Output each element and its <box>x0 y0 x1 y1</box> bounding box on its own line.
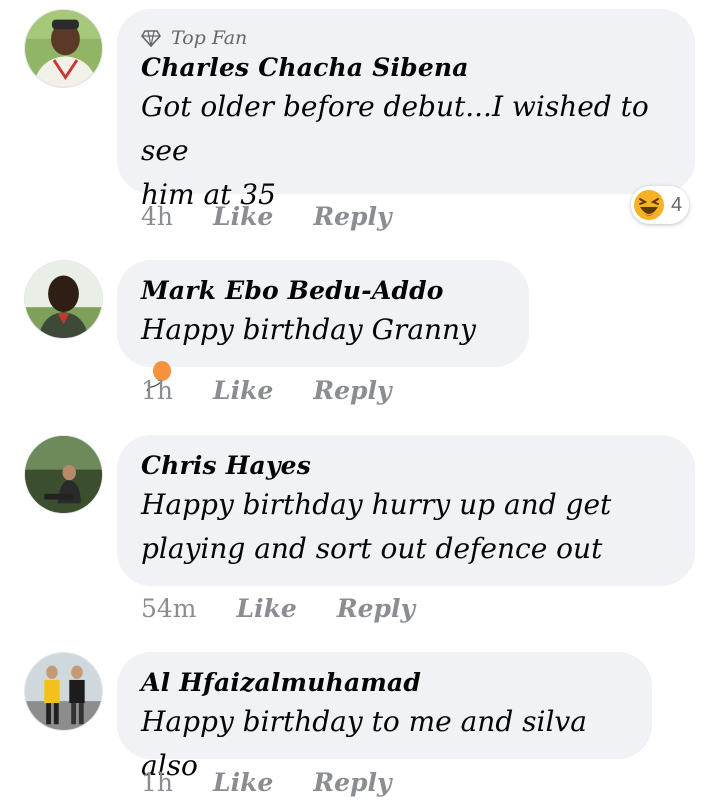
comment-bubble: Top Fan Charles Chacha Sibena Got older … <box>117 9 695 211</box>
like-button[interactable]: Like <box>213 768 273 797</box>
comment-bubble: Chris Hayes Happy birthday hurry up and … <box>117 435 695 586</box>
top-fan-badge: Top Fan <box>141 25 671 51</box>
profile-photo-chris <box>25 436 102 513</box>
comment-text-line: playing and sort out defence out <box>141 532 603 565</box>
reply-button[interactable]: Reply <box>313 376 391 405</box>
reaction-summary[interactable]: 4 <box>631 186 689 224</box>
like-button[interactable]: Like <box>213 376 273 405</box>
like-button[interactable]: Like <box>237 594 297 623</box>
profile-photo-charles <box>25 10 102 87</box>
comment-text-line: Got older before debut...I wished to see <box>141 90 649 167</box>
comment-author[interactable]: Chris Hayes <box>141 449 671 483</box>
laughing-emoji-icon <box>634 190 664 220</box>
comment-text-line: Happy birthday Granny <box>141 313 476 346</box>
comment-timestamp[interactable]: 1h <box>141 376 173 405</box>
profile-photo-al <box>25 653 102 730</box>
reaction-count: 4 <box>671 193 683 216</box>
comment-actions: 4h Like Reply <box>141 198 432 234</box>
reply-button[interactable]: Reply <box>337 594 415 623</box>
badge-label: Top Fan <box>171 27 248 49</box>
comment-actions: 1h Like Reply <box>141 372 432 408</box>
like-button[interactable]: Like <box>213 202 273 231</box>
comment-author[interactable]: Mark Ebo Bedu-Addo <box>141 274 505 308</box>
comment-text-line: Happy birthday hurry up and get <box>141 488 612 521</box>
avatar[interactable] <box>24 652 103 731</box>
comment-actions: 1h Like Reply <box>141 764 432 800</box>
comment-timestamp[interactable]: 4h <box>141 202 173 231</box>
avatar[interactable] <box>24 260 103 339</box>
comment-bubble: Mark Ebo Bedu-Addo Happy birthday Granny <box>117 260 529 391</box>
diamond-icon <box>141 30 161 48</box>
comment-timestamp[interactable]: 1h <box>141 768 173 797</box>
comment-timestamp[interactable]: 54m <box>141 594 197 623</box>
profile-photo-mark <box>25 261 102 338</box>
comment-author[interactable]: Al Hfaizalmuhamad <box>141 666 628 700</box>
comment-actions: 54m Like Reply <box>141 590 455 626</box>
reply-button[interactable]: Reply <box>313 202 391 231</box>
comment-bubble: Al Hfaizalmuhamad Happy birthday to me a… <box>117 652 652 782</box>
avatar[interactable] <box>24 435 103 514</box>
avatar[interactable] <box>24 9 103 88</box>
comment-author[interactable]: Charles Chacha Sibena <box>141 51 671 85</box>
reply-button[interactable]: Reply <box>313 768 391 797</box>
